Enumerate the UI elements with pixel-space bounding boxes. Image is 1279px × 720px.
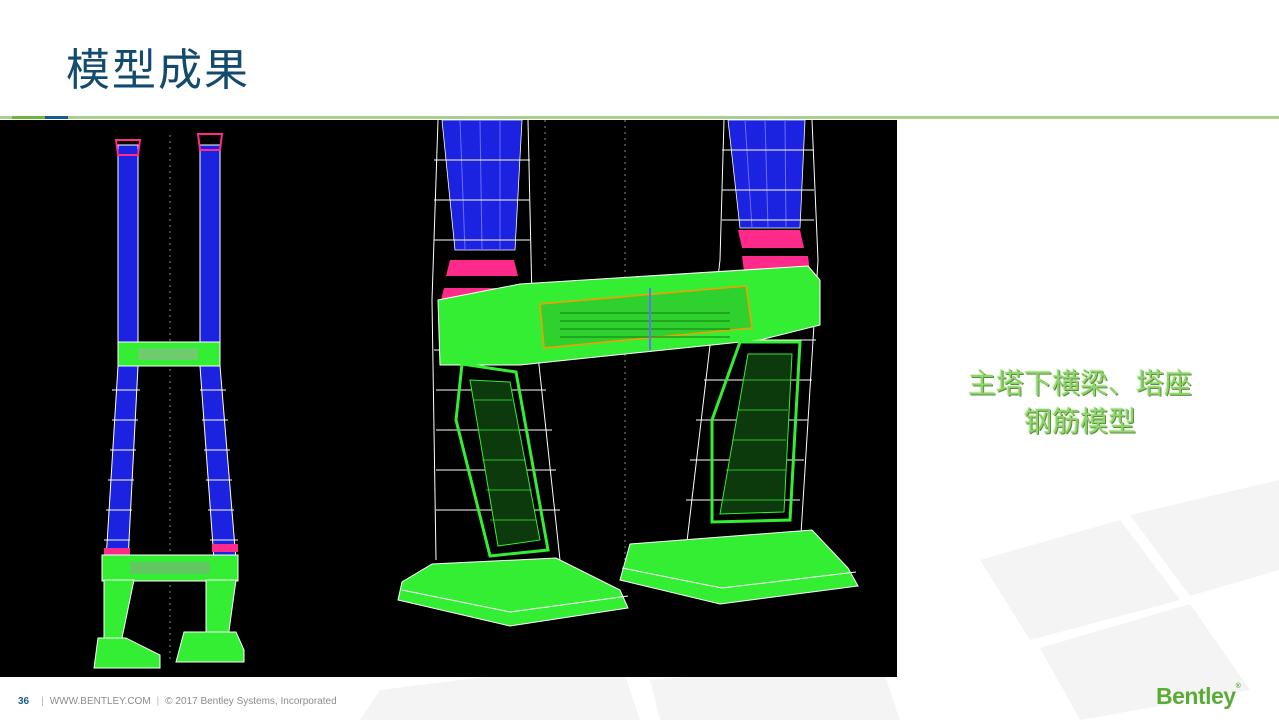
footer-separator: | <box>156 696 160 707</box>
footer-copyright: © 2017 Bentley Systems, Incorporated <box>165 696 337 707</box>
page-number: 36 <box>18 696 30 707</box>
title-accent-blue <box>45 116 68 119</box>
logo-text: Bentley <box>1156 683 1236 709</box>
footer-separator: | <box>41 696 44 707</box>
slide-footer: 36 | WWW.BENTLEY.COM | © 2017 Bentley System… <box>18 696 337 707</box>
rebar-model-drawing <box>93 120 859 669</box>
title-divider <box>0 116 1279 119</box>
caption-line-1: 主塔下横梁、塔座 <box>967 367 1192 400</box>
model-render-image <box>0 120 897 677</box>
caption-line-2: 钢筋模型 <box>1023 405 1136 438</box>
page-title: 模型成果 <box>66 45 250 96</box>
footer-website: WWW.BENTLEY.COM <box>49 696 151 707</box>
model-caption: 主塔下横梁、塔座 钢筋模型 <box>940 365 1220 441</box>
title-accent-green <box>12 116 45 119</box>
registered-mark: ® <box>1235 683 1241 690</box>
crossbeam-pedestal-detail <box>397 120 859 627</box>
full-tower-model <box>93 133 245 669</box>
bentley-logo: Bentley® <box>1156 683 1241 710</box>
